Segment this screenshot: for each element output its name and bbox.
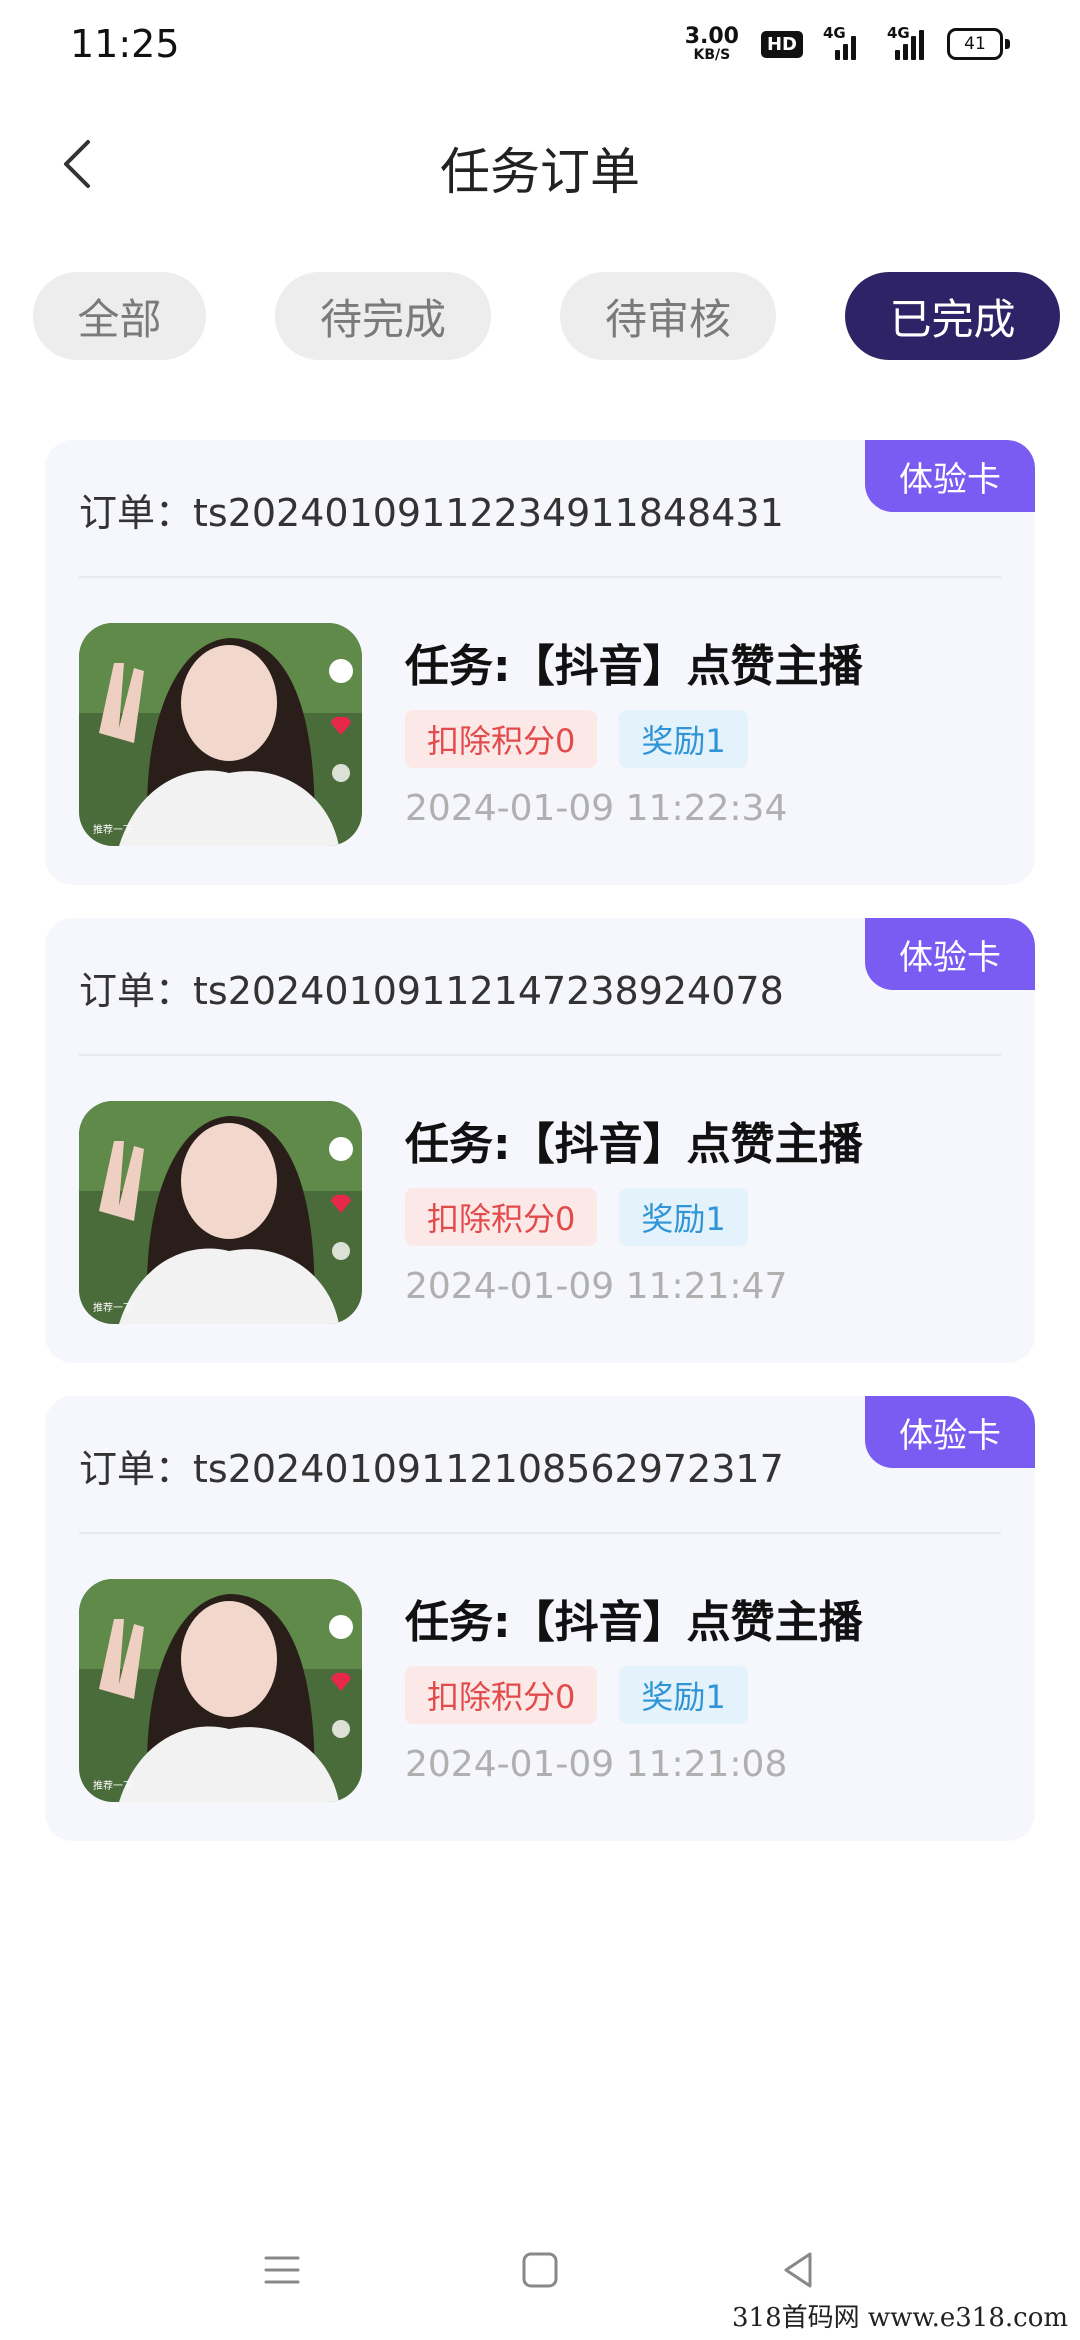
task-tags: 扣除积分0 奖励1 [405,1666,748,1724]
order-card[interactable]: 体验卡 订单：ts2024010911223491184843​1 推荐一下 任… [45,440,1035,885]
divider [79,1532,1001,1534]
thumb-caption: 推荐一下 [93,1301,133,1314]
task-tags: 扣除积分0 奖励1 [405,710,748,768]
card-type-badge: 体验卡 [865,440,1035,512]
task-title: 任务:【抖音】点赞主播 [405,1597,863,1648]
divider [79,1054,1001,1056]
deduct-points-tag: 扣除积分0 [405,710,598,768]
task-time: 2024-01-09 11:21:47 [405,1266,788,1307]
deduct-points-tag: 扣除积分0 [405,1188,598,1246]
task-thumbnail: 推荐一下 [79,1101,362,1324]
task-time: 2024-01-09 11:22:34 [405,788,788,829]
reward-tag: 奖励1 [619,710,748,768]
battery-level: 41 [947,28,1003,60]
order-number: 订单：ts2024010911223491184843​1 [79,491,784,535]
network-speed: 3.00 KB/S [684,24,739,63]
home-square-icon[interactable] [510,2240,570,2300]
task-thumbnail: 推荐一下 [79,623,362,846]
signal-label: 4G [823,24,846,42]
card-type-badge: 体验卡 [865,1396,1035,1468]
tab-pending[interactable]: 待完成 [275,272,491,360]
status-time: 11:25 [70,22,180,66]
deduct-points-tag: 扣除积分0 [405,1666,598,1724]
reward-tag: 奖励1 [619,1188,748,1246]
menu-icon[interactable] [252,2240,312,2300]
battery-icon: 41 [947,28,1010,60]
tab-completed[interactable]: 已完成 [845,272,1060,360]
task-tags: 扣除积分0 奖励1 [405,1188,748,1246]
thumb-caption: 推荐一下 [93,823,133,836]
page-title: 任务订单 [440,143,640,201]
order-card[interactable]: 体验卡 订单：ts20240109112147238924078 推荐一下 任务… [45,918,1035,1363]
task-thumbnail: 推荐一下 [79,1579,362,1802]
signal-icon: 4G [823,24,859,60]
order-number: 订单：ts20240109112147238924078 [79,969,784,1013]
order-number: 订单：ts20240109112108562972317 [79,1447,784,1491]
header: 任务订单 [0,110,1080,220]
task-time: 2024-01-09 11:21:08 [405,1744,788,1785]
status-icons: 3.00 KB/S HD 4G 4G 41 [684,24,1010,63]
order-card[interactable]: 体验卡 订单：ts20240109112108562972317 推荐一下 任务… [45,1396,1035,1841]
signal-icon-2: 4G [881,24,925,60]
task-title: 任务:【抖音】点赞主播 [405,641,863,692]
watermark: 318首码网 www.e318.com [728,2295,1072,2336]
filter-tabs: 全部 待完成 待审核 已完成 [0,272,1080,360]
thumb-caption: 推荐一下 [93,1779,133,1792]
status-bar: 11:25 3.00 KB/S HD 4G 4G 41 [0,0,1080,95]
tab-under-review[interactable]: 待审核 [560,272,776,360]
task-title: 任务:【抖音】点赞主播 [405,1119,863,1170]
signal-label-2: 4G [887,24,910,42]
hd-icon: HD [760,30,803,58]
network-speed-unit: KB/S [693,47,731,63]
network-speed-value: 3.00 [684,24,739,49]
reward-tag: 奖励1 [619,1666,748,1724]
tab-all[interactable]: 全部 [33,272,206,360]
divider [79,576,1001,578]
back-triangle-icon[interactable] [768,2240,828,2300]
card-type-badge: 体验卡 [865,918,1035,990]
